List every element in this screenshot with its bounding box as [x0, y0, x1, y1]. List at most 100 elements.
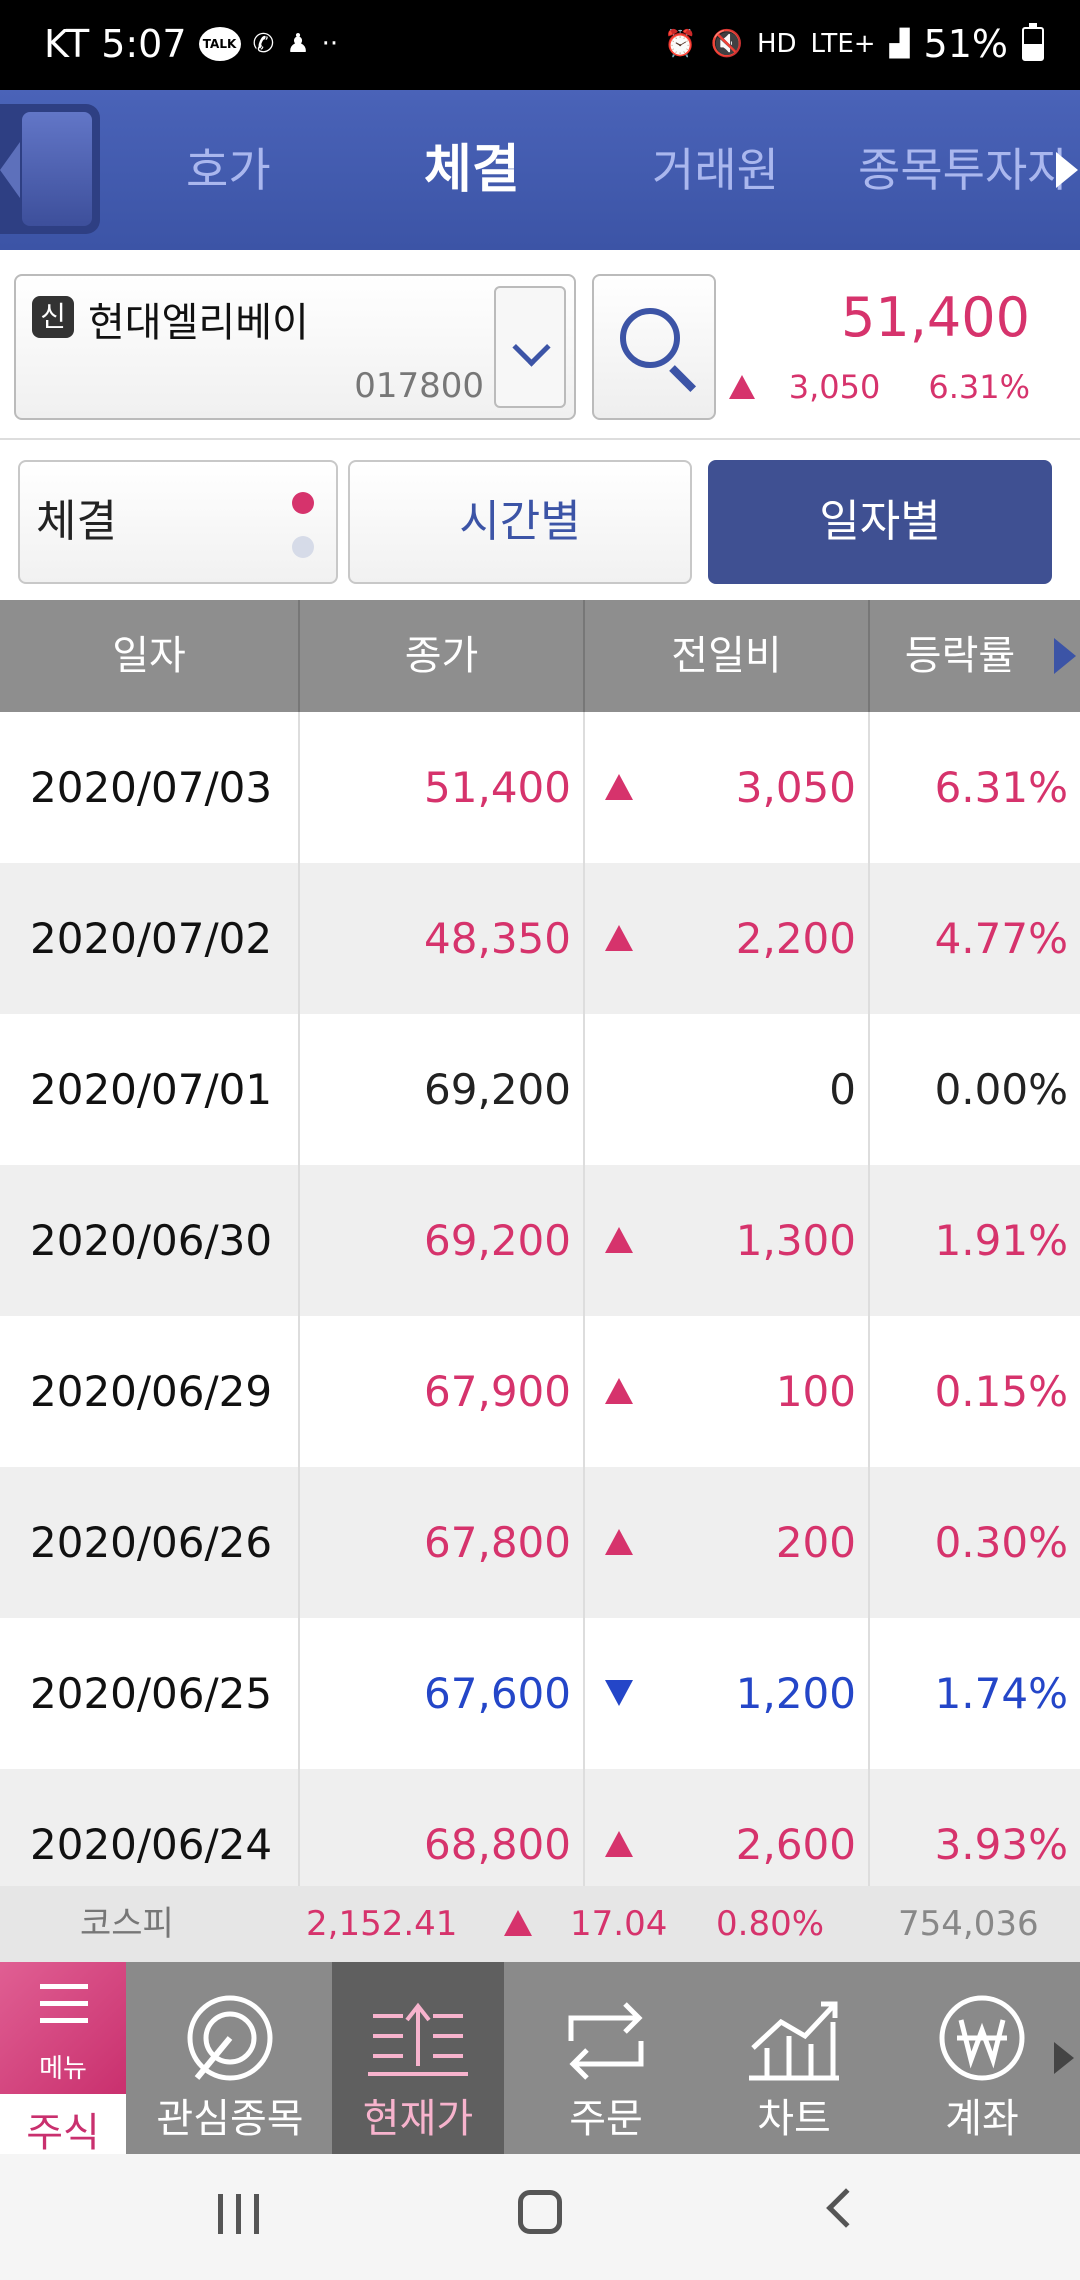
nav-order[interactable]: 주문 [520, 1962, 692, 2154]
stock-selector[interactable]: 신 현대엘리베이 017800 [14, 274, 576, 420]
system-back-icon[interactable] [826, 2188, 866, 2228]
table-row[interactable]: 2020/06/29 67,900 100 0.15% [0, 1316, 1080, 1467]
nav-chart[interactable]: 차트 [708, 1962, 880, 2154]
more-notifications-icon: ·· [321, 29, 339, 59]
menu-button[interactable]: 메뉴 주식 [0, 1962, 126, 2156]
change-rate: 6.31% [928, 368, 1030, 406]
tab-investor[interactable]: 종목투자자 [858, 90, 1070, 250]
row-diff: 100 [585, 1316, 870, 1467]
row-date: 2020/07/03 [0, 712, 300, 863]
row-diff-value: 0 [829, 1065, 856, 1114]
lte-label: LTE+ [810, 29, 876, 59]
nav-order-label: 주문 [569, 2096, 643, 2142]
col-rate: 등락률 [904, 633, 1016, 679]
row-diff-value: 1,300 [735, 1216, 856, 1265]
table-row[interactable]: 2020/07/02 48,350 2,200 4.77% [0, 863, 1080, 1014]
row-rate: 6.31% [934, 763, 1068, 812]
up-arrow-icon [605, 1529, 633, 1555]
by-date-button[interactable]: 일자별 [708, 460, 1052, 584]
row-date: 2020/07/02 [0, 863, 300, 1014]
mute-icon: 🔇 [710, 29, 743, 59]
trade-view-button[interactable]: 체결 [18, 460, 338, 584]
row-date: 2020/06/26 [0, 1467, 300, 1618]
by-time-button[interactable]: 시간별 [348, 460, 692, 584]
kospi-change: 17.04 [570, 1904, 668, 1944]
stock-dropdown-button[interactable] [494, 286, 566, 408]
bottom-nav: 메뉴 주식 관심종목 현재가 주문 차트 계좌 [0, 1962, 1080, 2156]
credit-badge: 신 [32, 296, 74, 338]
kospi-volume: 754,036 [898, 1904, 1039, 1944]
row-diff-value: 1,200 [735, 1669, 856, 1718]
up-arrow-icon [605, 925, 633, 951]
table-row[interactable]: 2020/07/01 69,200 0 0.00% [0, 1014, 1080, 1165]
battery-percent: 51% [923, 22, 1008, 66]
row-rate: 0.15% [934, 1367, 1068, 1416]
row-rate: 0.00% [934, 1065, 1068, 1114]
kospi-ticker[interactable]: 코스피 2,152.41 17.04 0.80% 754,036 [0, 1886, 1080, 1962]
up-arrow-icon [605, 1378, 633, 1404]
nav-account[interactable]: 계좌 [896, 1962, 1068, 2154]
tab-header: 호가 체결 거래원 종목투자자 [0, 90, 1080, 250]
notification-icon: ♟ [286, 29, 310, 59]
menu-category-label: 주식 [26, 2110, 100, 2156]
hamburger-icon [40, 1984, 88, 2035]
nav-current-price[interactable]: 현재가 [332, 1962, 504, 2154]
row-close: 48,350 [300, 863, 585, 1014]
kospi-value: 2,152.41 [306, 1904, 458, 1944]
won-icon [939, 1995, 1025, 2081]
battery-fill [1024, 43, 1042, 59]
kakaotalk-icon: TALK [198, 27, 241, 61]
watchlist-icon [187, 1995, 273, 2081]
tab-broker[interactable]: 거래원 [652, 90, 779, 250]
view-toggle-row: 체결 시간별 일자별 [0, 440, 1080, 600]
down-arrow-icon [605, 1680, 633, 1706]
table-row[interactable]: 2020/06/24 68,800 2,600 3.93% [0, 1769, 1080, 1886]
current-price: 51,400 [841, 286, 1030, 349]
table-row[interactable]: 2020/06/26 67,800 200 0.30% [0, 1467, 1080, 1618]
kospi-label: 코스피 [80, 1904, 174, 1944]
search-button[interactable] [592, 274, 716, 420]
daily-price-table[interactable]: 2020/07/03 51,400 3,050 6.31% 2020/07/02 48,3… [0, 712, 1080, 1886]
nav-scroll-right-icon[interactable] [1054, 2042, 1074, 2074]
row-rate: 0.30% [934, 1518, 1068, 1567]
system-nav-bar [0, 2154, 1080, 2280]
row-diff-value: 100 [775, 1367, 856, 1416]
price-change: 3,050 6.31% [728, 368, 1030, 406]
nav-watchlist[interactable]: 관심종목 [140, 1962, 320, 2154]
stock-info-row: 신 현대엘리베이 017800 51,400 3,050 6.31% [0, 250, 1080, 440]
row-close: 67,800 [300, 1467, 585, 1618]
row-rate: 1.74% [934, 1669, 1068, 1718]
home-icon[interactable] [518, 2190, 562, 2234]
row-date: 2020/06/24 [0, 1769, 300, 1886]
up-arrow-icon [504, 1910, 532, 1936]
tab-hoga[interactable]: 호가 [186, 90, 271, 250]
back-button[interactable] [0, 104, 100, 234]
signal-icon: ▟ [889, 29, 910, 59]
row-date: 2020/07/01 [0, 1014, 300, 1165]
clock: 5:07 [101, 22, 187, 66]
row-rate: 4.77% [934, 914, 1068, 963]
row-rate: 1.91% [934, 1216, 1068, 1265]
nav-chart-label: 차트 [757, 2096, 831, 2142]
table-header: 일자 종가 전일비 등락률 [0, 600, 1080, 712]
tab-trade[interactable]: 체결 [424, 90, 520, 250]
row-close: 69,200 [300, 1165, 585, 1316]
hd-voice-icon: HD [756, 29, 797, 59]
menu-label: 메뉴 [39, 2054, 87, 2084]
stock-code: 017800 [354, 366, 484, 406]
row-diff-value: 200 [775, 1518, 856, 1567]
columns-scroll-right-icon[interactable] [1054, 638, 1076, 674]
row-diff-value: 2,200 [735, 914, 856, 963]
tab-scroll-right-icon[interactable] [1056, 152, 1078, 188]
recent-apps-icon[interactable] [218, 2194, 262, 2234]
row-close: 51,400 [300, 712, 585, 863]
trade-view-label: 체결 [36, 496, 117, 547]
table-row[interactable]: 2020/06/30 69,200 1,300 1.91% [0, 1165, 1080, 1316]
row-date: 2020/06/30 [0, 1165, 300, 1316]
table-row[interactable]: 2020/07/03 51,400 3,050 6.31% [0, 712, 1080, 863]
table-row[interactable]: 2020/06/25 67,600 1,200 1.74% [0, 1618, 1080, 1769]
row-close: 67,600 [300, 1618, 585, 1769]
row-diff: 1,200 [585, 1618, 870, 1769]
up-arrow-icon [605, 1831, 633, 1857]
row-diff: 0 [585, 1014, 870, 1165]
